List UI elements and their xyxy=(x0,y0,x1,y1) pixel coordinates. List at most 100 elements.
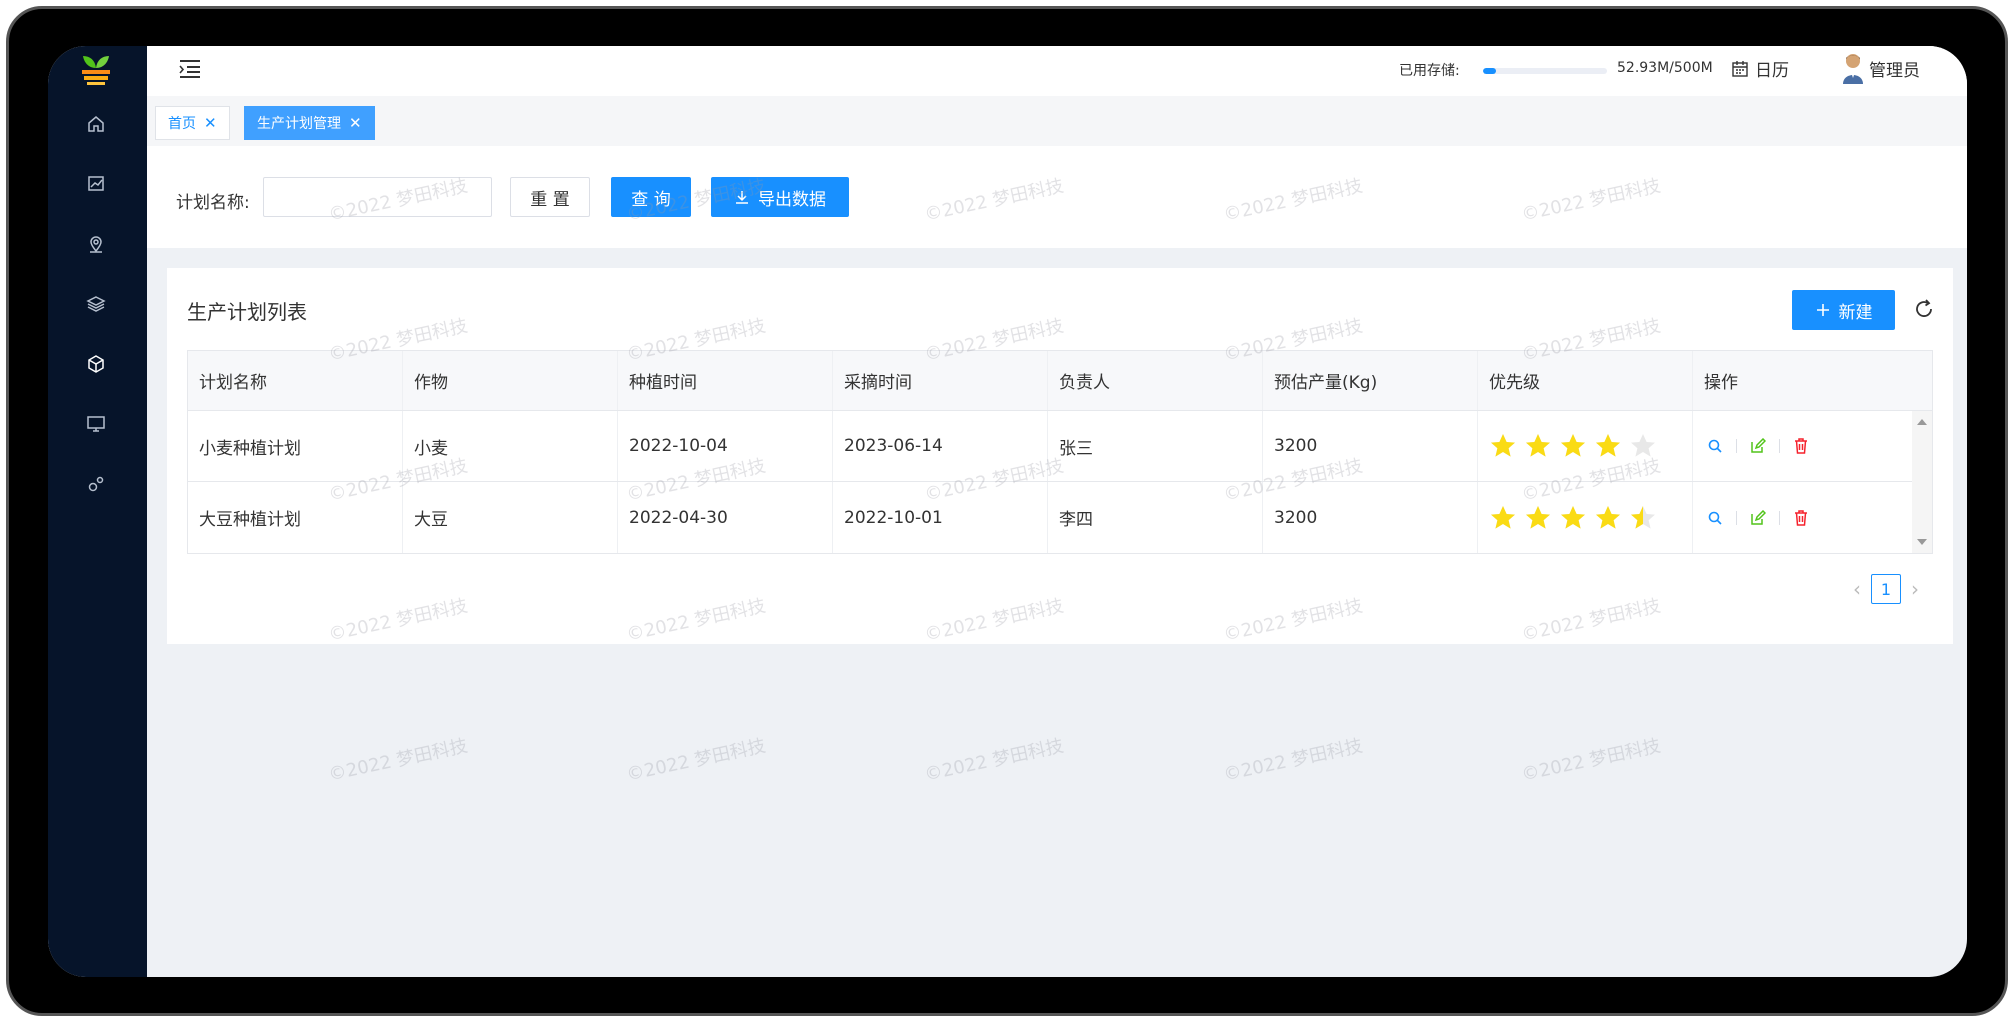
plan-name-label: 计划名称: xyxy=(176,193,250,213)
cell-owner: 张三 xyxy=(1048,411,1263,481)
avatar xyxy=(1843,54,1863,84)
priority-rating xyxy=(1489,432,1657,460)
column-header: 作物 xyxy=(403,351,618,410)
sidebar xyxy=(48,46,147,977)
plan-table: 计划名称 作物 种植时间 采摘时间 负责人 预估产量(Kg) 优先级 操作 小麦… xyxy=(187,350,1933,554)
nav-monitor-icon[interactable] xyxy=(84,412,108,436)
table-row: 小麦种植计划 小麦 2022-10-04 2023-06-14 张三 3200 xyxy=(188,411,1932,482)
calendar-icon xyxy=(1732,60,1748,77)
scroll-up-icon[interactable] xyxy=(1917,419,1927,425)
user-menu[interactable]: 管理员 xyxy=(1841,52,1920,84)
tab-home[interactable]: 首页 ✕ xyxy=(155,106,230,140)
new-label: 新建 xyxy=(1838,302,1873,323)
table-row: 大豆种植计划 大豆 2022-04-30 2022-10-01 李四 3200 xyxy=(188,482,1932,553)
star-filled-icon[interactable] xyxy=(1629,504,1657,532)
storage-progress-bar xyxy=(1483,68,1607,74)
star-filled-icon[interactable] xyxy=(1489,432,1517,460)
divider xyxy=(1779,439,1780,453)
top-bar: 已用存储: 52.93M/500M 日历 管理员 xyxy=(147,46,1967,96)
nav-package-icon[interactable] xyxy=(84,352,108,376)
cell-yield: 3200 xyxy=(1263,411,1478,481)
priority-rating xyxy=(1489,504,1657,532)
tab-production-plan-label: 生产计划管理 xyxy=(257,116,341,132)
calendar-label: 日历 xyxy=(1755,61,1789,81)
star-filled-icon[interactable] xyxy=(1594,432,1622,460)
storage-progress-fill xyxy=(1483,68,1497,74)
delete-icon[interactable] xyxy=(1790,507,1812,529)
nav-layers-icon[interactable] xyxy=(84,292,108,316)
nav-location-icon[interactable] xyxy=(84,232,108,256)
cell-harvest-date: 2022-10-01 xyxy=(833,482,1048,553)
column-header: 优先级 xyxy=(1478,351,1693,410)
delete-icon[interactable] xyxy=(1790,435,1812,457)
cell-crop: 大豆 xyxy=(403,482,618,553)
column-header: 种植时间 xyxy=(618,351,833,410)
star-empty-icon[interactable] xyxy=(1629,432,1657,460)
close-icon[interactable]: ✕ xyxy=(349,114,362,132)
divider xyxy=(1736,439,1737,453)
page-number-current[interactable]: 1 xyxy=(1871,574,1901,604)
pagination: ‹ 1 › xyxy=(1853,574,1919,604)
refresh-icon[interactable] xyxy=(1913,298,1935,320)
star-filled-icon[interactable] xyxy=(1594,504,1622,532)
nav-chart-icon[interactable] xyxy=(84,172,108,196)
export-button[interactable]: 导出数据 xyxy=(711,177,849,217)
divider xyxy=(1736,510,1737,525)
download-icon xyxy=(736,191,748,204)
tab-production-plan[interactable]: 生产计划管理 ✕ xyxy=(244,106,375,140)
star-filled-icon[interactable] xyxy=(1559,432,1587,460)
column-header: 负责人 xyxy=(1048,351,1263,410)
edit-icon[interactable] xyxy=(1747,507,1769,529)
cell-plant-date: 2022-04-30 xyxy=(618,482,833,553)
star-filled-icon[interactable] xyxy=(1559,504,1587,532)
nav-settings-icon[interactable] xyxy=(84,472,108,496)
cell-priority xyxy=(1478,411,1693,481)
cell-plan-name: 小麦种植计划 xyxy=(188,411,403,481)
column-header: 采摘时间 xyxy=(833,351,1048,410)
next-page-icon[interactable]: › xyxy=(1911,577,1919,601)
divider xyxy=(1779,510,1780,525)
user-name: 管理员 xyxy=(1869,60,1920,81)
plan-list-card: 生产计划列表 新建 计划名称 作物 种植时间 采摘时间 负责人 预估产量(Kg)… xyxy=(167,268,1953,644)
tab-home-label: 首页 xyxy=(168,116,196,132)
column-header: 预估产量(Kg) xyxy=(1263,351,1478,410)
plus-icon xyxy=(1816,304,1829,316)
app-screen: 已用存储: 52.93M/500M 日历 管理员 首页 ✕ 生产计划管理 ✕ 计… xyxy=(48,46,1967,977)
view-icon[interactable] xyxy=(1704,507,1726,529)
calendar-button[interactable]: 日历 xyxy=(1731,56,1789,81)
cell-crop: 小麦 xyxy=(403,411,618,481)
cell-actions xyxy=(1693,482,1893,553)
cell-yield: 3200 xyxy=(1263,482,1478,553)
tab-bar: 首页 ✕ 生产计划管理 ✕ xyxy=(147,96,1967,146)
column-header: 计划名称 xyxy=(188,351,403,410)
new-plan-button[interactable]: 新建 xyxy=(1792,290,1895,330)
cell-harvest-date: 2023-06-14 xyxy=(833,411,1048,481)
menu-toggle-icon[interactable] xyxy=(177,56,203,82)
query-button[interactable]: 查 询 xyxy=(611,177,691,217)
star-filled-icon[interactable] xyxy=(1524,504,1552,532)
edit-icon[interactable] xyxy=(1747,435,1769,457)
cell-priority xyxy=(1478,482,1693,553)
logo-icon xyxy=(82,56,110,85)
close-icon[interactable]: ✕ xyxy=(204,114,217,132)
storage-usage-text: 52.93M/500M xyxy=(1617,60,1713,76)
plan-name-input[interactable] xyxy=(263,177,492,217)
cell-plant-date: 2022-10-04 xyxy=(618,411,833,481)
export-label: 导出数据 xyxy=(758,189,826,210)
storage-label: 已用存储: xyxy=(1399,63,1460,79)
main-area: 已用存储: 52.93M/500M 日历 管理员 首页 ✕ 生产计划管理 ✕ 计… xyxy=(147,46,1967,977)
nav-home-icon[interactable] xyxy=(84,112,108,136)
column-header: 操作 xyxy=(1704,373,1738,393)
prev-page-icon[interactable]: ‹ xyxy=(1853,577,1861,601)
scroll-down-icon[interactable] xyxy=(1917,539,1927,545)
table-header: 计划名称 作物 种植时间 采摘时间 负责人 预估产量(Kg) 优先级 操作 xyxy=(188,351,1932,411)
star-filled-icon[interactable] xyxy=(1524,432,1552,460)
table-scrollbar[interactable] xyxy=(1912,411,1932,553)
view-icon[interactable] xyxy=(1704,435,1726,457)
search-form: 计划名称: 重 置 查 询 导出数据 xyxy=(147,146,1967,248)
cell-actions xyxy=(1693,411,1893,481)
reset-button[interactable]: 重 置 xyxy=(510,177,590,217)
star-filled-icon[interactable] xyxy=(1489,504,1517,532)
list-title: 生产计划列表 xyxy=(187,300,307,324)
cell-plan-name: 大豆种植计划 xyxy=(188,482,403,553)
